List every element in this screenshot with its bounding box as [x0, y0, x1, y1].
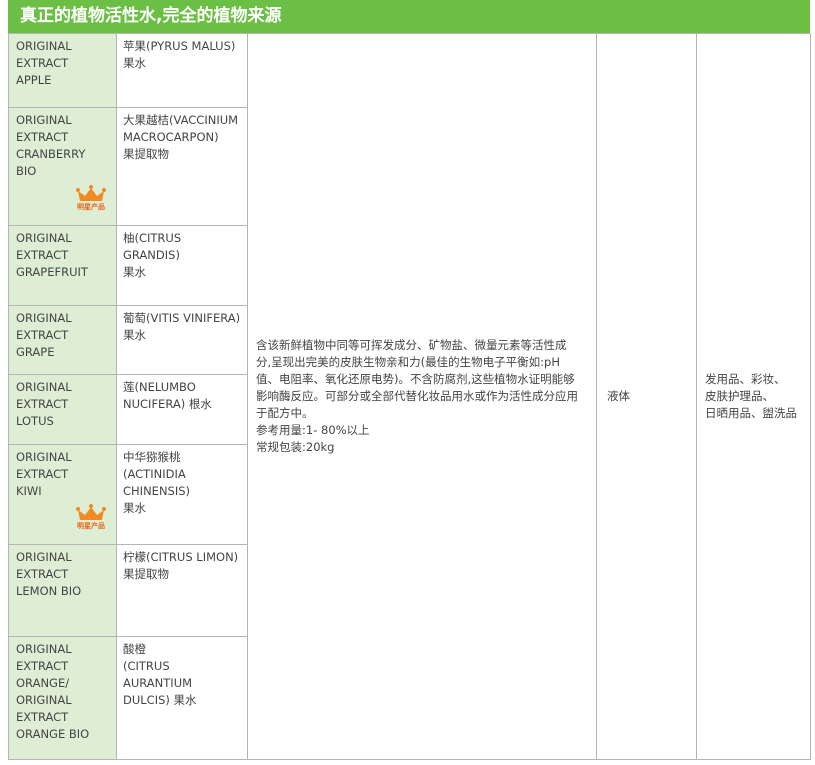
- product-name-cn: 中华猕猴桃 (ACTINIDIA CHINENSIS) 果水: [116, 444, 248, 545]
- product-name-cn-text: 大果越桔(VACCINIUM MACROCARPON) 果提取物: [123, 113, 239, 161]
- badge-label: 明星产品: [77, 203, 105, 211]
- product-name-cn-text: 柠檬(CITRUS LIMON) 果提取物: [123, 550, 239, 581]
- product-name-cn-text: 中华猕猴桃 (ACTINIDIA CHINENSIS) 果水: [123, 450, 191, 515]
- product-name-cn-text: 苹果(PYRUS MALUS) 果水: [123, 39, 236, 70]
- product-name-en: ORIGINAL EXTRACT LEMON BIO: [8, 544, 117, 637]
- product-name-cn: 柚(CITRUS GRANDIS) 果水: [116, 225, 248, 306]
- product-name-cn: 大果越桔(VACCINIUM MACROCARPON) 果提取物: [116, 107, 248, 226]
- product-name-en: ORIGINAL EXTRACT ORANGE/ ORIGINAL EXTRAC…: [8, 636, 117, 760]
- product-name-cn-text: 葡萄(VITIS VINIFERA) 果水: [123, 311, 241, 342]
- table-row: ORIGINAL EXTRACT APPLE 苹果(PYRUS MALUS) 果水…: [8, 33, 811, 760]
- product-name-cn: 柠檬(CITRUS LIMON) 果提取物: [116, 544, 248, 637]
- product-name-cn: 莲(NELUMBO NUCIFERA) 根水: [116, 374, 248, 445]
- product-name-en-text: ORIGINAL EXTRACT GRAPE: [16, 311, 72, 359]
- product-name-cn: 酸橙 (CITRUS AURANTIUM DULCIS) 果水: [116, 636, 248, 760]
- star-product-badge: 明星产品: [73, 504, 109, 536]
- product-name-en: ORIGINAL EXTRACT KIWI 明星产品: [8, 444, 117, 545]
- product-table: ORIGINAL EXTRACT APPLE 苹果(PYRUS MALUS) 果水…: [8, 33, 811, 760]
- product-name-cn: 葡萄(VITIS VINIFERA) 果水: [116, 305, 248, 375]
- product-name-cn-text: 莲(NELUMBO NUCIFERA) 根水: [123, 380, 212, 411]
- description-cell-text: 含该新鲜植物中同等可挥发成分、矿物盐、微量元素等活性成分,呈现出完美的皮肤生物亲…: [256, 338, 578, 454]
- crown-icon: [73, 504, 109, 522]
- product-name-en-text: ORIGINAL EXTRACT LEMON BIO: [16, 550, 82, 598]
- product-name-en-text: ORIGINAL EXTRACT CRANBERRY BIO: [16, 113, 86, 178]
- product-name-en-text: ORIGINAL EXTRACT ORANGE/ ORIGINAL EXTRAC…: [16, 642, 90, 741]
- product-name-en: ORIGINAL EXTRACT APPLE: [8, 33, 117, 108]
- page-title: 真正的植物活性水,完全的植物来源: [8, 0, 810, 33]
- product-name-en-text: ORIGINAL EXTRACT LOTUS: [16, 380, 72, 428]
- application-cell: 发用品、彩妆、 皮肤护理品、 日晒用品、盥洗品: [696, 33, 811, 760]
- crown-icon: [73, 185, 109, 203]
- application-cell-text: 发用品、彩妆、 皮肤护理品、 日晒用品、盥洗品: [705, 372, 797, 420]
- description-cell: 含该新鲜植物中同等可挥发成分、矿物盐、微量元素等活性成分,呈现出完美的皮肤生物亲…: [247, 33, 597, 760]
- form-cell-text: 液体: [607, 389, 630, 403]
- product-name-cn-text: 柚(CITRUS GRANDIS) 果水: [123, 231, 182, 279]
- badge-label: 明星产品: [77, 522, 105, 530]
- product-name-en-text: ORIGINAL EXTRACT KIWI: [16, 450, 72, 498]
- product-name-en-text: ORIGINAL EXTRACT GRAPEFRUIT: [16, 231, 88, 279]
- form-cell: 液体: [596, 33, 697, 760]
- product-name-cn-text: 酸橙 (CITRUS AURANTIUM DULCIS) 果水: [123, 642, 197, 707]
- product-name-en: ORIGINAL EXTRACT LOTUS: [8, 374, 117, 445]
- product-name-en-text: ORIGINAL EXTRACT APPLE: [16, 39, 72, 87]
- product-name-cn: 苹果(PYRUS MALUS) 果水: [116, 33, 248, 108]
- product-name-en: ORIGINAL EXTRACT CRANBERRY BIO 明星产品: [8, 107, 117, 226]
- product-name-en: ORIGINAL EXTRACT GRAPEFRUIT: [8, 225, 117, 306]
- product-name-en: ORIGINAL EXTRACT GRAPE: [8, 305, 117, 375]
- star-product-badge: 明星产品: [73, 185, 109, 217]
